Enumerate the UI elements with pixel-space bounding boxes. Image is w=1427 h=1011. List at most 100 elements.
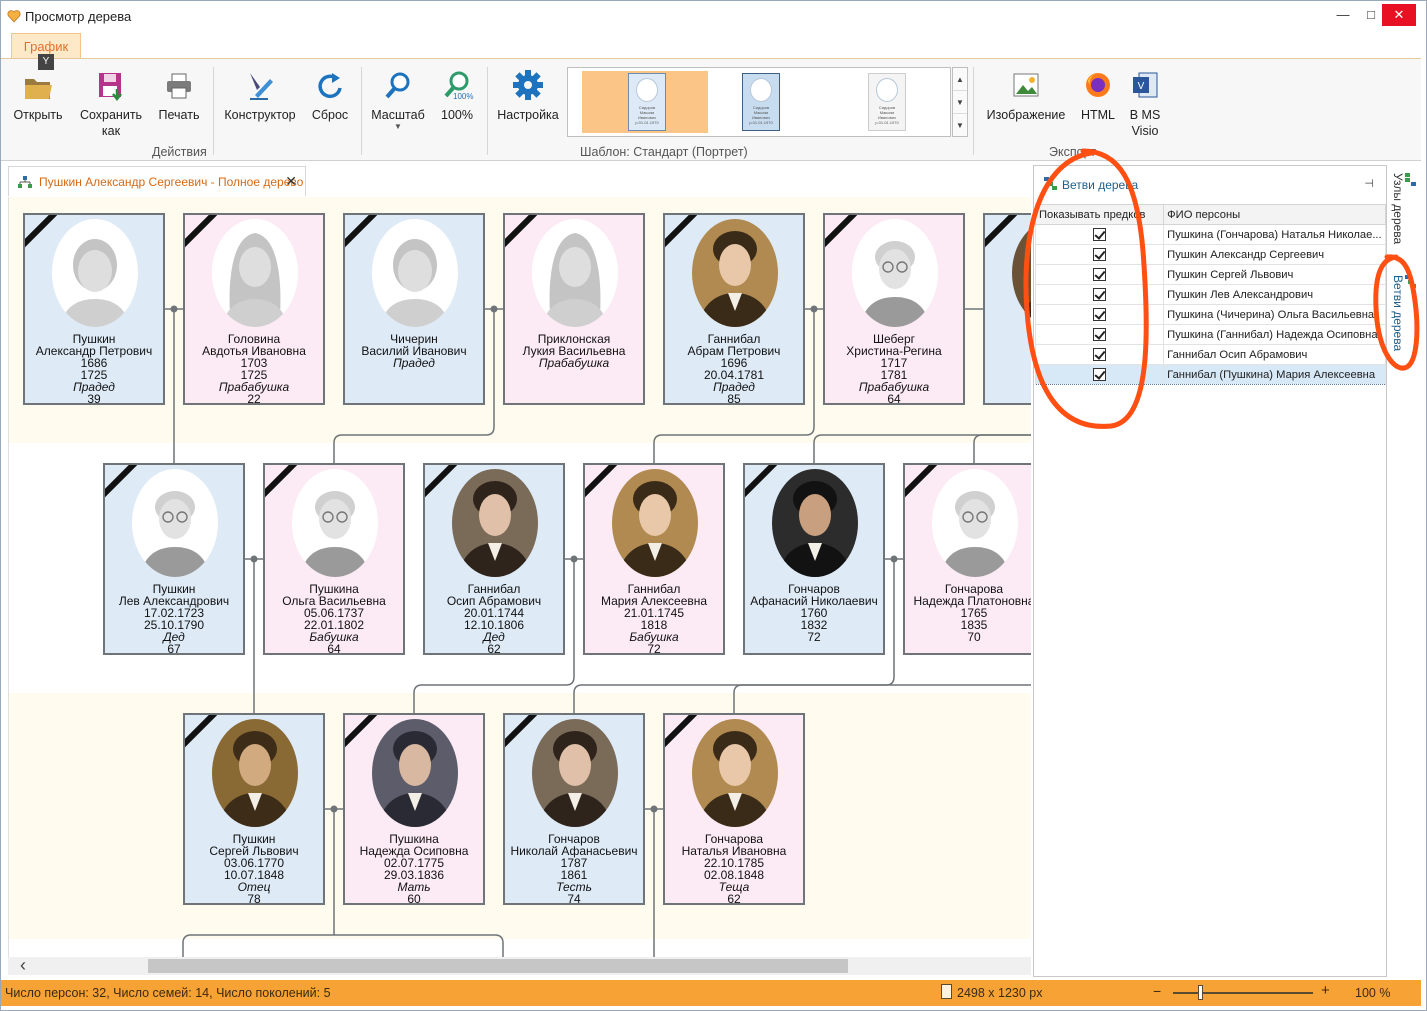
print-button[interactable]: Печать <box>151 69 207 123</box>
column-header-person-name[interactable]: ФИО персоны <box>1163 204 1386 225</box>
minimize-button[interactable]: — <box>1331 4 1355 26</box>
branch-row[interactable]: Пушкин Лев Александрович <box>1034 284 1386 305</box>
person-age: 39 <box>87 392 101 405</box>
designer-button[interactable]: Конструктор <box>221 69 299 123</box>
settings-button[interactable]: Настройка <box>493 69 563 123</box>
side-tab-tree-branches[interactable]: Ветви дерева <box>1391 275 1417 351</box>
show-ancestors-checkbox[interactable] <box>1093 328 1107 341</box>
template-photo-placeholder <box>876 78 898 102</box>
person-details: Ганнибал Мария Алексеевна 21.01.1745 1818 Ба… <box>585 583 723 653</box>
show-ancestors-cell[interactable] <box>1034 304 1165 325</box>
show-ancestors-cell[interactable] <box>1034 324 1165 345</box>
gallery-more-icon[interactable]: ▼ <box>953 114 967 137</box>
portrait-photo <box>692 719 778 827</box>
side-tab-tree-nodes[interactable]: Узлы дерева <box>1391 173 1417 244</box>
show-ancestors-checkbox[interactable] <box>1093 248 1107 261</box>
person-card[interactable]: Гончаров Афанасий Николаевич 1760 1832 72 <box>743 463 885 655</box>
magnifier-icon <box>385 72 410 99</box>
branches-icon <box>1044 177 1057 190</box>
branch-row[interactable]: Пушкина (Ганнибал) Надежда Осиповна <box>1034 324 1386 345</box>
person-card[interactable]: Пушкин Лев Александрович 17.02.1723 25.10.1… <box>103 463 245 655</box>
show-ancestors-checkbox[interactable] <box>1093 368 1107 381</box>
template-portrait-alt[interactable]: Сидоров Максим Иванович р.01.01.1970 <box>696 71 822 133</box>
placeholder-avatar-icon <box>212 219 298 327</box>
show-ancestors-checkbox[interactable] <box>1093 268 1107 281</box>
ribbon-separator <box>487 67 488 155</box>
gear-icon <box>513 70 543 100</box>
column-header-show-ancestors[interactable]: Показывать предков <box>1034 204 1165 225</box>
maximize-button[interactable]: □ <box>1359 4 1383 26</box>
branch-row[interactable]: Ганнибал Осип Абрамович <box>1034 344 1386 365</box>
person-card[interactable]: Ганнибал Мария Алексеевна 21.01.1745 1818 Ба… <box>583 463 725 655</box>
placeholder-avatar-icon <box>52 219 138 327</box>
zoom-slider-knob[interactable] <box>1198 985 1204 1000</box>
show-ancestors-checkbox[interactable] <box>1093 228 1107 241</box>
show-ancestors-cell[interactable] <box>1034 224 1165 245</box>
zoom-100-button[interactable]: 100% 100% <box>433 69 481 123</box>
open-button[interactable]: Открыть <box>9 69 67 123</box>
person-card[interactable]: Гончарова Надежда Платоновна 1765 1835 70 <box>903 463 1031 655</box>
template-gallery[interactable]: Сидоров Максим Иванович р.01.01.1970 Сид… <box>567 67 951 137</box>
pin-icon[interactable]: ⊣ <box>1364 177 1374 190</box>
show-ancestors-cell[interactable] <box>1034 264 1165 285</box>
person-card[interactable]: Пушкина Надежда Осиповна 02.07.1775 29.03.1… <box>343 713 485 905</box>
branch-row[interactable]: Пушкина (Чичерина) Ольга Васильевна <box>1034 304 1386 325</box>
tree-canvas[interactable]: Пушкин Александр Петрович 1686 1725 Прадед 39… <box>8 197 1031 975</box>
placeholder-avatar-icon <box>932 469 1018 577</box>
zoom-out-icon[interactable]: − <box>1153 983 1161 999</box>
show-ancestors-checkbox[interactable] <box>1093 348 1107 361</box>
close-window-button[interactable]: ✕ <box>1382 4 1416 26</box>
show-ancestors-cell[interactable] <box>1034 364 1165 385</box>
horizontal-scrollbar[interactable]: ‹ <box>8 955 1031 976</box>
save-as-button[interactable]: Сохранить как <box>77 69 145 139</box>
zoom-in-icon[interactable]: + <box>1321 982 1330 999</box>
person-card[interactable]: Пушкин Александр Петрович 1686 1725 Прадед 39 <box>23 213 165 405</box>
reset-button[interactable]: Сброс <box>305 69 355 123</box>
template-portrait-selected[interactable]: Сидоров Максим Иванович р.01.01.1970 <box>582 71 708 133</box>
person-card[interactable]: Ганнибал Осип Абрамович 20.01.1744 12.10.18… <box>423 463 565 655</box>
person-card[interactable]: Гончаров Николай Афанасьевич 1787 1861 Тесть… <box>503 713 645 905</box>
branch-row[interactable]: Пушкина (Гончарова) Наталья Николае... <box>1034 224 1386 245</box>
ribbon-separator <box>361 67 362 155</box>
person-card[interactable]: Головина Авдотья Ивановна 1703 1725 Прабабуш… <box>183 213 325 405</box>
gallery-up-icon[interactable]: ▲ <box>953 68 967 91</box>
person-card[interactable]: Шеберг Христина-Регина 1717 1781 Прабабушка 6… <box>823 213 965 405</box>
zoom-slider-track[interactable] <box>1173 992 1313 994</box>
show-ancestors-cell[interactable] <box>1034 244 1165 265</box>
show-ancestors-checkbox[interactable] <box>1093 308 1107 321</box>
branch-row[interactable]: Ганнибал (Пушкина) Мария Алексеевна <box>1034 364 1386 385</box>
export-visio-button[interactable]: V В MS Visio <box>1123 69 1167 139</box>
scale-dropdown-arrow-icon[interactable]: ▼ <box>367 122 429 131</box>
person-name-cell: Пушкин Александр Сергеевич <box>1163 244 1386 265</box>
scale-button[interactable]: Масштаб ▼ <box>367 69 429 131</box>
person-age: 72 <box>807 630 821 644</box>
person-card[interactable]: Пушкина Ольга Васильевна 05.06.1737 22.01.1… <box>263 463 405 655</box>
branches-grid: Показывать предков ФИО персоны Пушкина (… <box>1034 204 1386 385</box>
person-card[interactable]: Чичерин Василий Иванович Прадед <box>343 213 485 405</box>
export-visio-label: В MS Visio <box>1129 108 1161 138</box>
person-name-cell: Пушкина (Чичерина) Ольга Васильевна <box>1163 304 1386 325</box>
person-card[interactable]: Приклонская Лукия Васильевна Прабабушка <box>503 213 645 405</box>
person-age: 85 <box>727 392 741 405</box>
show-ancestors-cell[interactable] <box>1034 284 1165 305</box>
export-image-button[interactable]: Изображение <box>981 69 1071 123</box>
gallery-scroll[interactable]: ▲ ▼ ▼ <box>952 67 968 137</box>
show-ancestors-checkbox[interactable] <box>1093 288 1107 301</box>
branch-row[interactable]: Пушкин Александр Сергеевич <box>1034 244 1386 265</box>
keytip-badge: Y <box>38 54 54 70</box>
person-card[interactable]: Ганнибал Абрам Петрович 1696 20.04.1781 Прад… <box>663 213 805 405</box>
person-card[interactable]: Алекс <box>983 213 1031 405</box>
person-card[interactable]: Пушкин Сергей Львович 03.06.1770 10.07.1848… <box>183 713 325 905</box>
gallery-down-icon[interactable]: ▼ <box>953 91 967 114</box>
tab-full-tree[interactable]: Пушкин Александр Сергеевич - Полное дере… <box>8 166 306 196</box>
person-details: Чичерин Василий Иванович Прадед <box>345 333 483 369</box>
ribbon-tabs: График <box>1 32 1426 59</box>
scroll-thumb[interactable] <box>148 959 848 973</box>
show-ancestors-cell[interactable] <box>1034 344 1165 365</box>
close-tab-icon[interactable]: ✕ <box>285 173 297 190</box>
scroll-left-icon[interactable]: ‹ <box>20 955 26 976</box>
export-html-button[interactable]: HTML <box>1075 69 1121 123</box>
person-card[interactable]: Гончарова Наталья Ивановна 22.10.1785 02.08… <box>663 713 805 905</box>
branch-row[interactable]: Пушкин Сергей Львович <box>1034 264 1386 285</box>
template-portrait-plain[interactable]: Сидоров Максим Иванович р.01.01.1970 <box>822 71 948 133</box>
